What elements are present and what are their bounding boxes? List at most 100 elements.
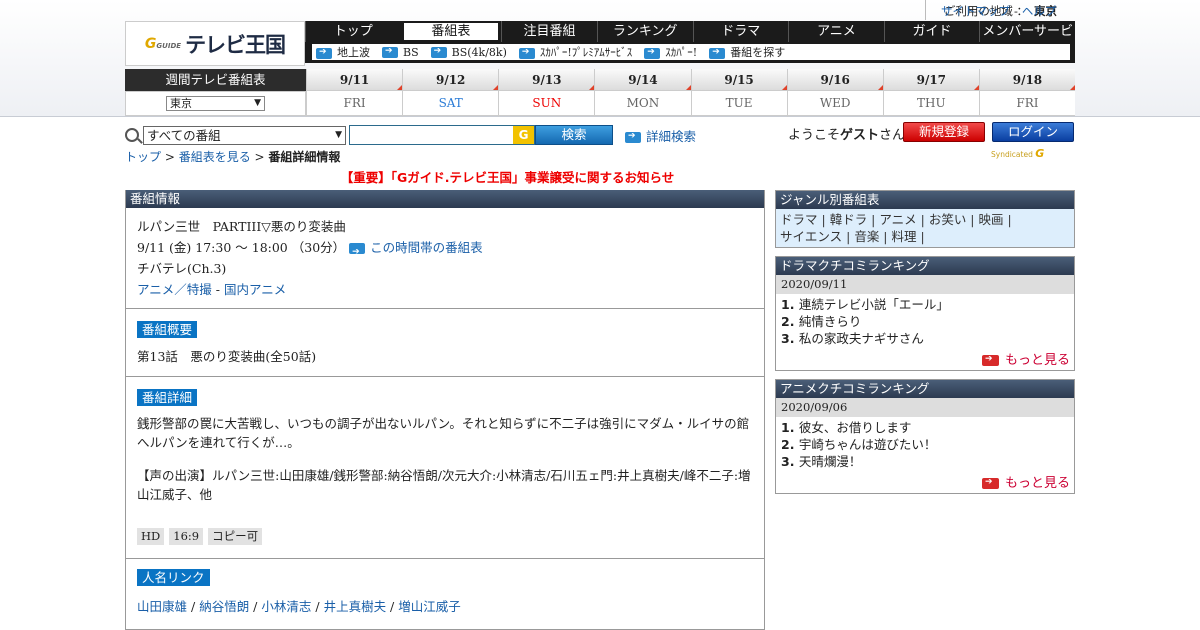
day-date: 9/17 [883, 69, 980, 91]
day-tab[interactable]: 9/16 WED [786, 69, 883, 117]
help-link[interactable]: ヘルプ [1022, 4, 1057, 18]
anime-ranking-box: アニメクチコミランキング 2020/09/06 1. 彼女、お借りします 2. 宇… [775, 379, 1075, 494]
person-link[interactable]: 山田康雄 [137, 599, 187, 614]
day-tab[interactable]: 9/18 FRI [978, 69, 1076, 117]
day-weekday: SUN [499, 91, 595, 116]
advanced-search-link[interactable]: 詳細検索 [625, 126, 696, 145]
drama-more-link[interactable]: もっと見る [776, 349, 1074, 370]
day-weekday: TUE [691, 91, 787, 116]
search-button[interactable]: 検索 [535, 125, 613, 145]
main-nav-item[interactable]: メンバーサービス [979, 21, 1075, 60]
ranking-item[interactable]: 1. 彼女、お借りします [781, 419, 1069, 436]
format-badge: HD [137, 528, 165, 545]
time-slot-link[interactable]: この時間帯の番組表 [349, 240, 483, 263]
separator: | [916, 212, 929, 227]
genre-link[interactable]: 韓ドラ [830, 212, 868, 227]
separator: / [311, 599, 324, 614]
sub-nav-item[interactable]: 番組を探す [709, 44, 785, 60]
people-section: 人名リンク 山田康雄 / 納谷悟朗 / 小林清志 / 井上真樹夫 / 増山江威子 [126, 559, 764, 625]
category-select[interactable]: すべての番組 [143, 125, 346, 145]
people-tag: 人名リンク [137, 569, 210, 586]
syndicated-logo: Syndicated G [991, 147, 1045, 160]
day-tab[interactable]: 9/14 MON [594, 69, 691, 117]
separator: / [386, 599, 399, 614]
ranking-item-label: 純情きらり [798, 314, 862, 329]
main-nav-item[interactable]: 注目番組 [501, 21, 597, 42]
ranking-item-label: 天晴爛漫！ [798, 454, 862, 469]
person-link[interactable]: 小林清志 [261, 599, 311, 614]
day-tab[interactable]: 9/15 TUE [690, 69, 787, 117]
separator: / [187, 599, 200, 614]
ranking-item[interactable]: 3. 私の家政夫ナギサさん [781, 330, 1069, 347]
program-title: ルパン三世 PARTIII▽悪のり変装曲 [137, 219, 346, 234]
drama-ranking-title: ドラマクチコミランキング [776, 257, 1074, 275]
person-link[interactable]: 増山江威子 [398, 599, 461, 614]
sub-nav-item[interactable]: ｽｶﾊﾟｰ!ﾌﾟﾚﾐｱﾑｻｰﾋﾞｽ [518, 44, 632, 60]
sub-nav-item[interactable]: ｽｶﾊﾟｰ! [644, 44, 697, 60]
main-nav-item[interactable]: ランキング [596, 21, 693, 42]
anime-more-link[interactable]: もっと見る [776, 472, 1074, 493]
day-tab[interactable]: 9/13 SUN [498, 69, 595, 117]
genre-link[interactable]: ドラマ [780, 212, 818, 227]
ranking-item[interactable]: 2. 純情きらり [781, 313, 1069, 330]
genre-link[interactable]: 音楽 [854, 229, 879, 244]
format-badge: コピー可 [208, 528, 263, 545]
program-info-panel: 番組情報 ルパン三世 PARTIII▽悪のり変装曲 9/11 (金) 17:30… [125, 190, 765, 630]
drama-ranking-date: 2020/09/11 [776, 275, 1074, 294]
breadcrumb-top[interactable]: トップ [125, 150, 161, 164]
day-weekday: FRI [307, 91, 403, 116]
ranking-item[interactable]: 3. 天晴爛漫！ [781, 453, 1069, 470]
breadcrumb-current: 番組詳細情報 [268, 150, 341, 164]
day-date: 9/14 [595, 69, 691, 91]
format-badge: 16:9 [169, 528, 204, 545]
cast-text: 【声の出演】ルパン三世:山田康雄/銭形警部:納谷悟朗/次元大介:小林清志/石川五… [137, 468, 751, 502]
main-nav-item[interactable]: 番組表 [403, 23, 499, 40]
separator: | [867, 212, 880, 227]
genre-box: ジャンル別番組表 ドラマ | 韓ドラ | アニメ | お笑い | 映画 | サイ… [775, 190, 1075, 248]
genre-link[interactable]: 料理 [892, 229, 917, 244]
sub-nav-item[interactable]: 地上波 [316, 44, 370, 60]
genre-link[interactable]: お笑い [929, 212, 967, 227]
subgenre-link[interactable]: 国内アニメ [224, 282, 286, 297]
search-input[interactable]: G [349, 125, 535, 145]
genre-link[interactable]: アニメ／特撮 [137, 282, 212, 297]
sitemap-link[interactable]: サイトマップ [941, 4, 1010, 18]
day-weekday: FRI [979, 91, 1075, 116]
ranking-item[interactable]: 1. 連続テレビ小説「エール」 [781, 296, 1069, 313]
sub-nav-item[interactable]: BS [382, 46, 419, 59]
register-button[interactable]: 新規登録 [903, 122, 985, 142]
ranking-item[interactable]: 2. 宇崎ちゃんは遊びたい！ [781, 436, 1069, 453]
detail-section: 番組詳細 銭形警部の罠に大苦戦し、いつもの調子が出ないルパン。それと知らずに不二… [126, 377, 764, 559]
day-tab[interactable]: 9/12 SAT [402, 69, 499, 117]
people-links: 山田康雄 / 納谷悟朗 / 小林清志 / 井上真樹夫 / 増山江威子 [137, 596, 753, 617]
person-link[interactable]: 納谷悟朗 [199, 599, 249, 614]
ranking-item-label: 彼女、お借りします [798, 420, 912, 435]
genre-link[interactable]: 映画 [979, 212, 1004, 227]
anime-ranking-title: アニメクチコミランキング [776, 380, 1074, 398]
main-nav-item[interactable]: トップ [305, 21, 401, 42]
main-nav-item[interactable]: アニメ [788, 21, 884, 42]
day-tab[interactable]: 9/17 THU [882, 69, 980, 117]
day-date: 9/16 [787, 69, 883, 91]
day-tab[interactable]: 9/11 FRI [306, 69, 403, 117]
site-logo[interactable]: GGUIDE テレビ王国 [125, 21, 305, 66]
separator: | [842, 229, 855, 244]
arrow-icon [349, 242, 366, 263]
day-date: 9/18 [979, 69, 1076, 91]
main-nav-item[interactable]: ドラマ [692, 21, 789, 42]
arrow-icon [518, 47, 535, 59]
main-nav: トップ番組表注目番組ランキングドラマアニメガイドメンバーサービス [305, 21, 1075, 60]
genre-link[interactable]: アニメ [879, 212, 916, 227]
person-link[interactable]: 井上真樹夫 [324, 599, 387, 614]
genre-links: ドラマ | 韓ドラ | アニメ | お笑い | 映画 | サイエンス | 音楽 … [776, 209, 1074, 247]
login-button[interactable]: ログイン [992, 122, 1074, 142]
arrow-icon [382, 46, 398, 58]
genre-link[interactable]: サイエンス [780, 229, 842, 244]
main-nav-item[interactable]: ガイド [883, 21, 980, 42]
area-select[interactable]: 東京 [166, 96, 265, 111]
format-badges: HD 16:9 コピー可 [137, 528, 753, 545]
arrow-icon [316, 47, 332, 59]
sub-nav-item[interactable]: BS(4k/8k) [430, 46, 507, 59]
breadcrumb-schedule[interactable]: 番組表を見る [179, 150, 251, 164]
important-notice-link[interactable]: 【重要】「Gガイド.テレビ王国」事業譲受に関するお知らせ [125, 167, 890, 186]
